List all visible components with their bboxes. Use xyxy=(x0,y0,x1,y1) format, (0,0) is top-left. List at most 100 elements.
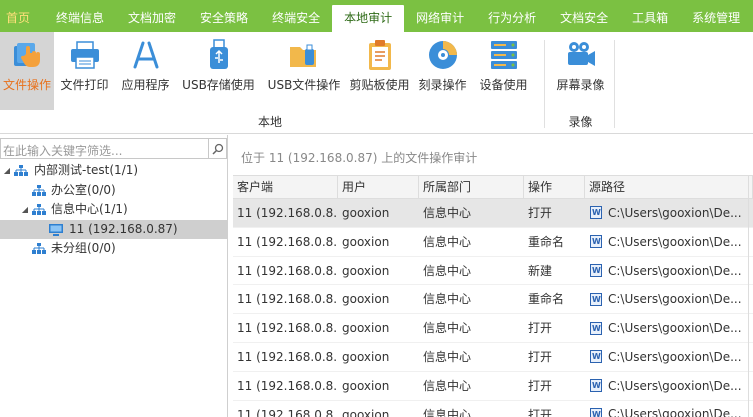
usb-file-operation-label: USB文件操作 xyxy=(267,78,341,92)
source-path-text: C:\Users\gooxion\De... xyxy=(608,234,742,249)
cell-user: gooxion xyxy=(342,234,390,249)
tab-terminal-security[interactable]: 终端安全 xyxy=(260,0,332,32)
table-row[interactable]: 11 (192.168.0.8... gooxion 信息中心 新建 C:\Users\… xyxy=(233,257,753,286)
tab-system-management[interactable]: 系统管理 xyxy=(680,0,752,32)
search-icon[interactable] xyxy=(208,139,226,158)
usb-storage-button[interactable]: USB存储使用 xyxy=(176,32,261,110)
cell-user: gooxion xyxy=(342,407,390,417)
folder-usb-icon xyxy=(287,38,321,72)
cell-client: 11 (192.168.0.8... xyxy=(237,349,338,364)
tree-node-root[interactable]: ◢ 内部测试-test(1/1) xyxy=(0,161,227,181)
column-header-department[interactable]: 所属部门 xyxy=(419,176,524,198)
tree-node-info-center[interactable]: ◢ 信息中心(1/1) xyxy=(0,200,227,220)
clipboard-label: 剪贴板使用 xyxy=(349,78,410,92)
grid-right-border xyxy=(748,175,749,417)
word-document-icon xyxy=(590,235,602,249)
column-header-client[interactable]: 客户端 xyxy=(233,176,338,198)
file-print-button[interactable]: 文件打印 xyxy=(54,32,115,110)
word-document-icon xyxy=(590,292,602,306)
tree-node-computer[interactable]: 11 (192.168.0.87) xyxy=(0,219,227,239)
tab-local-audit[interactable]: 本地审计 xyxy=(332,5,405,32)
tab-doc-security[interactable]: 文档安全 xyxy=(548,0,620,32)
cell-source-path: C:\Users\gooxion\De... xyxy=(585,314,753,342)
word-document-icon xyxy=(590,350,602,364)
source-path-text: C:\Users\gooxion\De... xyxy=(608,378,742,393)
cell-operation: 打开 xyxy=(528,378,553,393)
source-path-text: C:\Users\gooxion\De... xyxy=(608,407,742,417)
column-header-operation[interactable]: 操作 xyxy=(524,176,585,198)
cell-client: 11 (192.168.0.8... xyxy=(237,263,338,278)
cell-user: gooxion xyxy=(342,292,390,307)
cell-user: gooxion xyxy=(342,349,390,364)
location-text: 位于 11 (192.168.0.87) 上的文件操作审计 xyxy=(241,151,478,165)
table-row[interactable]: 11 (192.168.0.8... gooxion 信息中心 打开 C:\Users\… xyxy=(233,401,753,417)
tree-node-label: 11 (192.168.0.87) xyxy=(69,221,178,236)
usb-storage-label: USB存储使用 xyxy=(182,78,255,92)
grid-header: 客户端 用户 所属部门 操作 源路径 xyxy=(233,175,753,199)
cell-operation: 打开 xyxy=(528,349,553,364)
word-document-icon xyxy=(590,407,602,417)
table-row[interactable]: 11 (192.168.0.8... gooxion 信息中心 重命名 C:\Users… xyxy=(233,228,753,257)
column-header-user[interactable]: 用户 xyxy=(338,176,419,198)
expand-arrow-icon[interactable]: ◢ xyxy=(20,200,30,220)
cell-department: 信息中心 xyxy=(423,234,472,249)
tab-toolbox[interactable]: 工具箱 xyxy=(620,0,680,32)
burn-operation-button[interactable]: 刻录操作 xyxy=(412,32,473,110)
ribbon-separator xyxy=(544,40,545,128)
file-operation-label: 文件操作 xyxy=(2,78,51,92)
cell-client: 11 (192.168.0.8... xyxy=(237,234,338,249)
app-store-icon xyxy=(129,38,163,72)
table-row[interactable]: 11 (192.168.0.8... gooxion 信息中心 打开 C:\Users\… xyxy=(233,314,753,343)
cell-user: gooxion xyxy=(342,321,390,336)
tab-behavior-analysis[interactable]: 行为分析 xyxy=(476,0,548,32)
cell-source-path: C:\Users\gooxion\De... xyxy=(585,285,753,313)
file-operation-button[interactable]: 文件操作 xyxy=(0,32,54,110)
group-icon xyxy=(32,204,46,215)
word-document-icon xyxy=(590,379,602,393)
cell-operation: 重命名 xyxy=(528,234,565,249)
tab-terminal-info[interactable]: 终端信息 xyxy=(44,0,116,32)
device-usage-button[interactable]: 设备使用 xyxy=(473,32,534,110)
org-tree: ◢ 内部测试-test(1/1) 办公室(0/0) ◢ 信息中心(1/1) 11… xyxy=(0,161,227,259)
tree-node-ungrouped[interactable]: 未分组(0/0) xyxy=(0,239,227,259)
column-header-source-path[interactable]: 源路径 xyxy=(585,176,753,198)
table-row[interactable]: 11 (192.168.0.8... gooxion 信息中心 打开 C:\Users\… xyxy=(233,199,753,228)
cell-source-path: C:\Users\gooxion\De... xyxy=(585,257,753,285)
device-usage-label: 设备使用 xyxy=(479,78,528,92)
clipboard-button[interactable]: 剪贴板使用 xyxy=(347,32,412,110)
group-icon xyxy=(32,243,46,254)
video-camera-icon xyxy=(564,38,598,72)
file-print-label: 文件打印 xyxy=(60,78,109,92)
tree-node-label: 内部测试-test(1/1) xyxy=(34,163,139,177)
usb-file-operation-button[interactable]: USB文件操作 xyxy=(261,32,347,110)
computer-icon xyxy=(49,223,63,236)
tab-network-audit[interactable]: 网络审计 xyxy=(404,0,476,32)
cell-department: 信息中心 xyxy=(423,263,472,278)
application-button[interactable]: 应用程序 xyxy=(115,32,176,110)
screen-recording-button[interactable]: 屏幕录像 xyxy=(549,32,612,110)
right-panel: 位于 11 (192.168.0.87) 上的文件操作审计 客户端 用户 所属部… xyxy=(232,135,753,417)
file-hand-icon xyxy=(10,38,44,72)
tree-node-label: 信息中心(1/1) xyxy=(51,202,128,216)
tab-home[interactable]: 首页 xyxy=(0,0,44,32)
group-label-record: 录像 xyxy=(568,115,593,129)
expand-arrow-icon[interactable]: ◢ xyxy=(2,161,12,181)
filter-search-box[interactable]: 在此输入关键字筛选... xyxy=(0,138,227,159)
table-row[interactable]: 11 (192.168.0.8... gooxion 信息中心 打开 C:\Users\… xyxy=(233,372,753,401)
tab-doc-encryption[interactable]: 文档加密 xyxy=(116,0,188,32)
table-row[interactable]: 11 (192.168.0.8... gooxion 信息中心 重命名 C:\Users… xyxy=(233,285,753,315)
cell-source-path: C:\Users\gooxion\De... xyxy=(585,228,753,256)
cell-operation: 打开 xyxy=(528,206,553,220)
source-path-text: C:\Users\gooxion\De... xyxy=(608,205,742,220)
search-input[interactable]: 在此输入关键字筛选... xyxy=(3,142,122,159)
tab-security-policy[interactable]: 安全策略 xyxy=(188,0,260,32)
cell-user: gooxion xyxy=(342,263,390,278)
cell-source-path: C:\Users\gooxion\De... xyxy=(585,343,753,371)
word-document-icon xyxy=(590,263,602,277)
table-row[interactable]: 11 (192.168.0.8... gooxion 信息中心 打开 C:\Users\… xyxy=(233,343,753,372)
cell-source-path: C:\Users\gooxion\De... xyxy=(585,401,753,417)
cell-operation: 新建 xyxy=(528,263,553,278)
cell-user: gooxion xyxy=(342,206,390,220)
group-icon xyxy=(32,184,46,196)
tree-node-office[interactable]: 办公室(0/0) xyxy=(0,181,227,201)
